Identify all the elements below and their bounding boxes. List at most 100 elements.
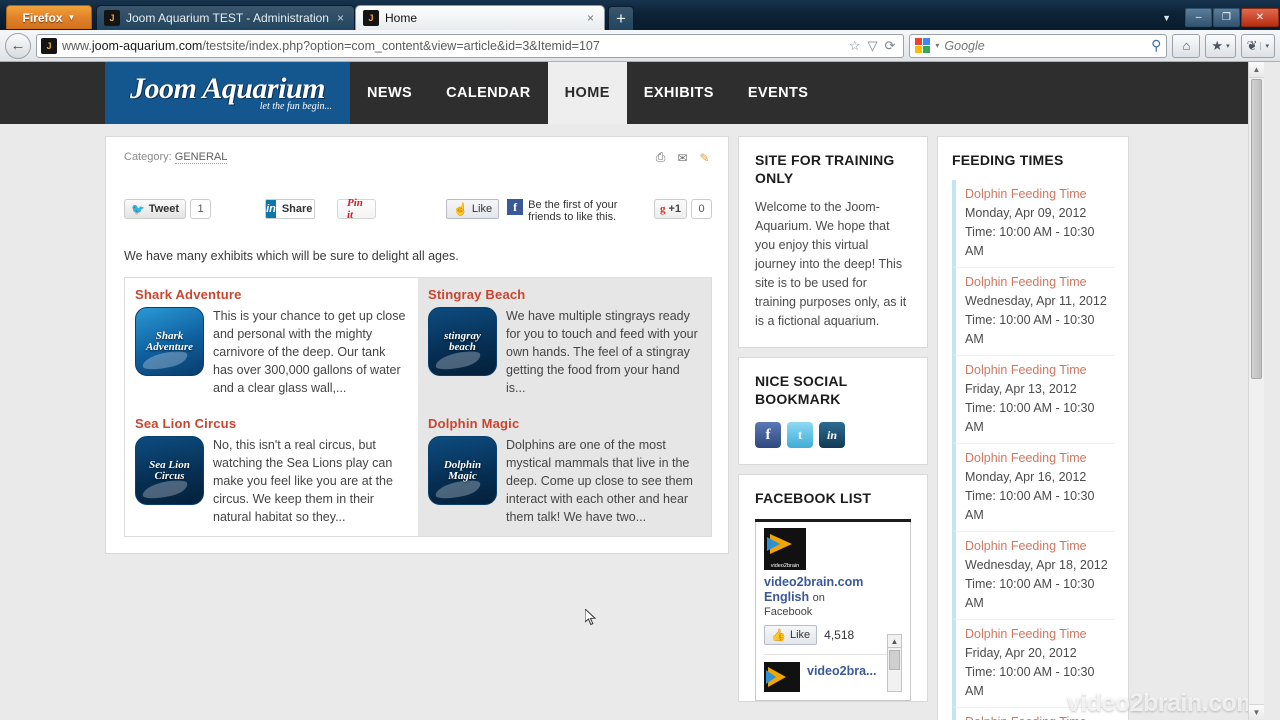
- thumbnail-label: Dolphin Magic: [443, 458, 482, 482]
- facebook-widget-scrollbar[interactable]: ▲: [887, 634, 902, 692]
- module-text: Welcome to the Joom-Aquarium. We hope th…: [755, 200, 907, 328]
- category-label: Category:: [124, 151, 172, 163]
- facebook-like-button[interactable]: ☝ Like: [445, 199, 500, 219]
- exhibit-thumbnail-dolphin[interactable]: Dolphin Magic: [428, 436, 497, 505]
- joomla-icon: J: [104, 10, 120, 26]
- facebook-social-text: Be the first of your friends to like thi…: [528, 199, 618, 223]
- twitter-icon[interactable]: t: [787, 422, 813, 448]
- nav-item-exhibits[interactable]: EXHIBITS: [627, 62, 731, 124]
- maximize-button[interactable]: ❐: [1213, 8, 1240, 27]
- list-item[interactable]: Dolphin Feeding Time Monday, Apr 09, 201…: [952, 180, 1114, 268]
- feeding-title[interactable]: Dolphin Feeding Time: [965, 185, 1114, 204]
- linkedin-share-button[interactable]: in Share: [265, 199, 315, 219]
- facebook-like-box[interactable]: video2brain video2brain.com English on F…: [755, 519, 911, 701]
- chevron-down-icon[interactable]: ▾: [935, 41, 939, 50]
- email-icon[interactable]: ✉: [675, 150, 690, 165]
- scrollbar-thumb[interactable]: [1251, 79, 1262, 379]
- chevron-down-icon[interactable]: ▼: [1162, 13, 1171, 23]
- tweet-button[interactable]: 🐦 Tweet: [124, 199, 187, 219]
- facebook-icon[interactable]: f: [755, 422, 781, 448]
- exhibit-text: Dolphins are one of the most mystical ma…: [506, 438, 693, 524]
- list-item[interactable]: Dolphin Feeding Time Monday, Apr 23, 201…: [952, 708, 1114, 720]
- bookmark-star-icon[interactable]: ☆: [849, 38, 861, 54]
- feeding-date: Friday, Apr 13, 2012: [965, 382, 1077, 396]
- exhibit-text: We have multiple stingrays ready for you…: [506, 309, 698, 395]
- edit-icon[interactable]: ✎: [697, 150, 712, 165]
- exhibit-card-stingray-beach[interactable]: Stingray Beach stingray beach We have mu…: [418, 278, 711, 407]
- linkedin-icon[interactable]: in: [819, 422, 845, 448]
- tab-strip: J Joom Aquarium TEST - Administration × …: [96, 5, 634, 30]
- chevron-down-icon: ▾: [1226, 42, 1230, 50]
- facebook-page-name[interactable]: video2brain.com English on: [764, 575, 902, 606]
- feeding-date: Monday, Apr 16, 2012: [965, 470, 1087, 484]
- feeding-title[interactable]: Dolphin Feeding Time: [965, 537, 1114, 556]
- new-tab-button[interactable]: +: [608, 6, 634, 30]
- list-item[interactable]: Dolphin Feeding Time Wednesday, Apr 18, …: [952, 532, 1114, 620]
- back-button[interactable]: ←: [5, 32, 31, 59]
- feeding-title[interactable]: Dolphin Feeding Time: [965, 273, 1114, 292]
- address-bar[interactable]: J www.joom-aquarium.com/testsite/index.p…: [36, 33, 905, 58]
- scroll-down-icon[interactable]: ▼: [1249, 704, 1264, 720]
- search-icon[interactable]: ⚲: [1151, 37, 1161, 54]
- right-column-2: FEEDING TIMES Dolphin Feeding Time Monda…: [937, 136, 1129, 720]
- scroll-up-icon[interactable]: ▲: [1249, 62, 1264, 78]
- bookmarks-button[interactable]: ★ ▾: [1205, 33, 1236, 58]
- search-placeholder: Google: [944, 38, 985, 53]
- feeding-time: Time: 10:00 AM - 10:30 AM: [965, 577, 1095, 610]
- exhibit-card-shark-adventure[interactable]: Shark Adventure Shark Adventure This is …: [125, 278, 418, 407]
- close-icon[interactable]: ×: [335, 11, 346, 25]
- feeding-time: Time: 10:00 AM - 10:30 AM: [965, 665, 1095, 698]
- home-button[interactable]: ⌂: [1172, 33, 1201, 58]
- feeding-title[interactable]: Dolphin Feeding Time: [965, 361, 1114, 380]
- search-input[interactable]: ▾ Google ⚲: [909, 33, 1168, 58]
- chevron-down-icon[interactable]: ▽: [868, 38, 878, 54]
- pinit-button[interactable]: Pin it: [337, 197, 376, 221]
- reload-icon[interactable]: ⟳: [885, 38, 896, 54]
- feeding-time: Time: 10:00 AM - 10:30 AM: [965, 225, 1095, 258]
- exhibit-thumbnail-shark[interactable]: Shark Adventure: [135, 307, 204, 376]
- feeding-title[interactable]: Dolphin Feeding Time: [965, 449, 1114, 468]
- list-item[interactable]: Dolphin Feeding Time Friday, Apr 20, 201…: [952, 620, 1114, 708]
- exhibit-card-sea-lion-circus[interactable]: Sea Lion Circus Sea Lion Circus No, this…: [125, 407, 418, 536]
- close-icon[interactable]: ×: [585, 11, 596, 25]
- exhibit-title[interactable]: Shark Adventure: [135, 287, 408, 302]
- site-header: Joom Aquarium let the fun begin... NEWS …: [0, 62, 1264, 124]
- nav-item-home[interactable]: HOME: [547, 62, 627, 124]
- plugin-button[interactable]: ❦ ▾: [1240, 33, 1275, 58]
- tab-admin[interactable]: J Joom Aquarium TEST - Administration ×: [96, 5, 355, 30]
- feeding-title[interactable]: Dolphin Feeding Time: [965, 713, 1114, 720]
- list-item[interactable]: Dolphin Feeding Time Friday, Apr 13, 201…: [952, 356, 1114, 444]
- category-value[interactable]: GENERAL: [174, 151, 228, 164]
- tab-home[interactable]: J Home ×: [355, 5, 605, 30]
- scroll-up-icon[interactable]: ▲: [888, 635, 901, 648]
- nav-item-calendar[interactable]: CALENDAR: [429, 62, 548, 124]
- page-viewport: Joom Aquarium let the fun begin... NEWS …: [0, 62, 1280, 720]
- nav-item-events[interactable]: EVENTS: [731, 62, 825, 124]
- facebook-second-entry[interactable]: video2bra...: [764, 654, 902, 692]
- google-plus-one-button[interactable]: g +1: [653, 199, 687, 219]
- page-scrollbar[interactable]: ▲ ▼: [1248, 62, 1264, 720]
- exhibit-text: No, this isn't a real circus, but watchi…: [213, 438, 393, 524]
- facebook-page-like-button[interactable]: 👍 Like: [764, 625, 818, 645]
- exhibit-thumbnail-sealion[interactable]: Sea Lion Circus: [135, 436, 204, 505]
- exhibit-card-dolphin-magic[interactable]: Dolphin Magic Dolphin Magic Dolphins are…: [418, 407, 711, 536]
- tab-home-label: Home: [385, 11, 418, 25]
- exhibit-thumbnail-stingray[interactable]: stingray beach: [428, 307, 497, 376]
- minimize-button[interactable]: –: [1185, 8, 1212, 27]
- exhibit-title[interactable]: Dolphin Magic: [428, 416, 701, 431]
- list-item[interactable]: Dolphin Feeding Time Monday, Apr 16, 201…: [952, 444, 1114, 532]
- linkedin-label: Share: [281, 203, 313, 215]
- exhibit-title[interactable]: Sea Lion Circus: [135, 416, 408, 431]
- print-icon[interactable]: ⎙: [653, 150, 668, 165]
- scrollbar-thumb[interactable]: [889, 650, 900, 670]
- close-window-button[interactable]: ✕: [1241, 8, 1279, 27]
- exhibit-title[interactable]: Stingray Beach: [428, 287, 701, 302]
- site-logo[interactable]: Joom Aquarium let the fun begin...: [105, 62, 350, 124]
- feeding-title[interactable]: Dolphin Feeding Time: [965, 625, 1114, 644]
- nav-item-news[interactable]: NEWS: [350, 62, 429, 124]
- share-buttons-row: 🐦 Tweet 1 in Share Pin it ☝ Like f Be th…: [124, 197, 712, 223]
- list-item[interactable]: Dolphin Feeding Time Wednesday, Apr 11, …: [952, 268, 1114, 356]
- feeding-date: Friday, Apr 20, 2012: [965, 646, 1077, 660]
- firefox-app-button[interactable]: Firefox ▼: [6, 5, 92, 29]
- browser-titlebar: Firefox ▼ J Joom Aquarium TEST - Adminis…: [0, 0, 1280, 30]
